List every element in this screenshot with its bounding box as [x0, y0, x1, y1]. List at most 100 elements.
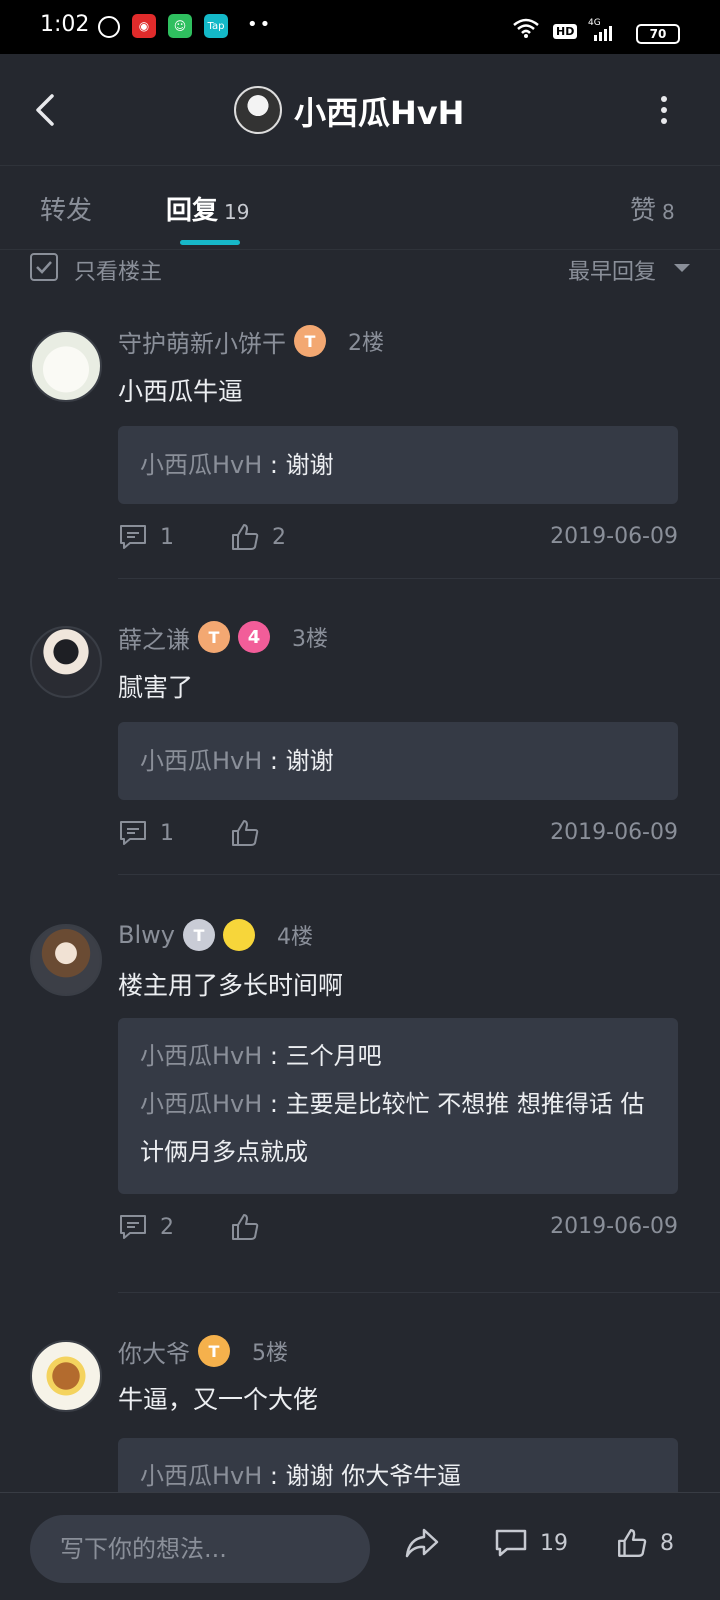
more-notifications-icon: •• — [247, 14, 273, 35]
comment-header: 你大爷 T 5楼 — [118, 1334, 288, 1368]
back-button[interactable] — [30, 92, 60, 128]
reply-line: 小西瓜HvH : 谢谢 你大爷牛逼 — [140, 1452, 656, 1492]
comments-button[interactable]: 19 — [494, 1527, 568, 1559]
reply-author[interactable]: 小西瓜HvH — [140, 747, 262, 775]
page-title[interactable]: 小西瓜HvH — [294, 88, 464, 134]
like-button[interactable] — [230, 1212, 272, 1242]
netease-music-icon: ◉ — [132, 14, 156, 38]
thumbs-up-icon — [232, 1214, 259, 1240]
comment-header: 薛之谦 T 4 3楼 — [118, 620, 328, 654]
reply-author[interactable]: 小西瓜HvH — [140, 1042, 262, 1070]
avatar[interactable] — [30, 924, 102, 996]
reply-box[interactable]: 小西瓜HvH : 三个月吧 小西瓜HvH : 主要是比较忙 不想推 想推得话 估… — [118, 1018, 678, 1194]
chevron-down-icon[interactable] — [674, 264, 690, 272]
status-time: 1:02 — [40, 12, 90, 37]
level-badge-icon: T — [198, 621, 230, 653]
reply-separator: : — [262, 747, 286, 775]
reply-text: 谢谢 — [285, 747, 334, 775]
reply-line: 小西瓜HvH : 谢谢 — [140, 736, 656, 786]
taptap-icon: Tap — [204, 14, 228, 38]
reply-line: 小西瓜HvH : 三个月吧 — [140, 1032, 656, 1080]
tab-reply-label: 回复 — [166, 196, 219, 226]
level-badge-icon: T — [294, 325, 326, 357]
battery-icon: 70 — [636, 24, 680, 44]
tab-like-label: 赞 — [630, 196, 657, 226]
like-post-button[interactable]: 8 — [616, 1527, 674, 1559]
comment-icon — [495, 1529, 527, 1557]
reply-button[interactable]: 2 — [118, 1212, 174, 1242]
avatar[interactable] — [30, 330, 102, 402]
character-badge-icon — [222, 919, 255, 951]
reply-button[interactable]: 1 — [118, 818, 174, 848]
avatar[interactable] — [30, 1340, 102, 1412]
reply-text: 三个月吧 — [285, 1042, 382, 1070]
reply-text: 谢谢 你大爷牛逼 — [285, 1462, 462, 1490]
username[interactable]: 你大爷 — [118, 1334, 190, 1369]
comment-text: 楼主用了多长时间啊 — [118, 971, 344, 1000]
comment-count: 1 — [160, 524, 174, 550]
comment-input-container[interactable] — [30, 1515, 370, 1583]
comment-text: 腻害了 — [118, 673, 194, 702]
wifi-icon — [513, 18, 539, 38]
reply-line: 小西瓜HvH : 主要是比较忙 不想推 想推得话 估计俩月多点就成 — [140, 1080, 656, 1176]
tab-like-count: 8 — [662, 200, 675, 224]
thumbs-up-icon — [232, 524, 259, 550]
bottom-bar: 19 8 — [0, 1492, 720, 1600]
floor-number: 5楼 — [252, 1341, 288, 1366]
owner-only-checkbox[interactable] — [30, 253, 58, 281]
signal-icon: 4G — [588, 18, 612, 41]
comment-icon — [120, 821, 146, 845]
tab-repost[interactable]: 转发 — [40, 190, 92, 227]
comment-header: 守护萌新小饼干 T 2楼 — [118, 324, 384, 358]
share-button[interactable] — [404, 1527, 440, 1559]
hd-icon: HD — [553, 24, 578, 39]
thumbs-up-icon — [618, 1529, 647, 1557]
reply-box[interactable]: 小西瓜HvH : 谢谢 — [118, 722, 678, 800]
share-icon — [405, 1528, 439, 1558]
tab-reply-count: 19 — [224, 200, 250, 224]
tab-reply[interactable]: 回复 19 — [166, 190, 249, 227]
reply-box[interactable]: 小西瓜HvH : 谢谢 — [118, 426, 678, 504]
reply-text: 谢谢 — [285, 451, 334, 479]
level-badge-icon: T — [198, 1335, 230, 1367]
comment-item: 薛之谦 T 4 3楼 腻害了 小西瓜HvH : 谢谢 1 2019-06-09 — [0, 616, 720, 876]
active-tab-indicator — [180, 240, 240, 245]
level-badge-icon: T — [182, 919, 215, 951]
reply-author[interactable]: 小西瓜HvH — [140, 1090, 262, 1118]
username[interactable]: Blwy — [118, 921, 175, 949]
username[interactable]: 薛之谦 — [118, 620, 190, 655]
comment-text: 小西瓜牛逼 — [118, 377, 244, 406]
reply-box[interactable]: 小西瓜HvH : 谢谢 你大爷牛逼 — [118, 1438, 678, 1492]
comment-text: 牛逼，又一个大佬 — [118, 1385, 319, 1414]
author-avatar[interactable] — [234, 86, 282, 134]
like-button[interactable] — [230, 818, 272, 848]
more-options-button[interactable] — [652, 94, 676, 126]
status-bar: 1:02 ◉ ☺ Tap •• HD 4G 70 — [0, 0, 720, 54]
filter-row: 只看楼主 最早回复 — [0, 250, 720, 290]
reply-author[interactable]: 小西瓜HvH — [140, 451, 262, 479]
floor-number: 4楼 — [276, 925, 313, 950]
divider — [118, 874, 720, 875]
username[interactable]: 守护萌新小饼干 — [118, 324, 286, 359]
sort-dropdown[interactable]: 最早回复 — [568, 254, 656, 286]
wechat-icon: ☺ — [168, 14, 192, 38]
top-header: 小西瓜HvH — [0, 54, 720, 166]
thumbs-up-icon — [232, 820, 259, 846]
reply-author[interactable]: 小西瓜HvH — [140, 1462, 262, 1490]
owner-only-label[interactable]: 只看楼主 — [74, 254, 162, 286]
comment-date: 2019-06-09 — [550, 1214, 678, 1239]
tab-like[interactable]: 赞8 — [630, 190, 675, 227]
reply-button[interactable]: 1 — [118, 522, 174, 552]
divider — [118, 1292, 720, 1293]
avatar[interactable] — [30, 626, 102, 698]
total-comment-count: 19 — [540, 1530, 568, 1556]
total-like-count: 8 — [660, 1530, 674, 1556]
reply-separator: : — [262, 1462, 286, 1490]
comment-icon — [120, 1215, 146, 1239]
comment-date: 2019-06-09 — [550, 524, 678, 549]
like-button[interactable]: 2 — [230, 522, 286, 552]
comment-input[interactable] — [60, 1515, 350, 1583]
tab-bar: 转发 回复 19 赞8 — [0, 166, 720, 250]
comment-item: Blwy T 4楼 楼主用了多长时间啊 小西瓜HvH : 三个月吧 小西瓜HvH… — [0, 918, 720, 1294]
comment-item: 守护萌新小饼干 T 2楼 小西瓜牛逼 小西瓜HvH : 谢谢 1 2 2019-… — [0, 320, 720, 580]
